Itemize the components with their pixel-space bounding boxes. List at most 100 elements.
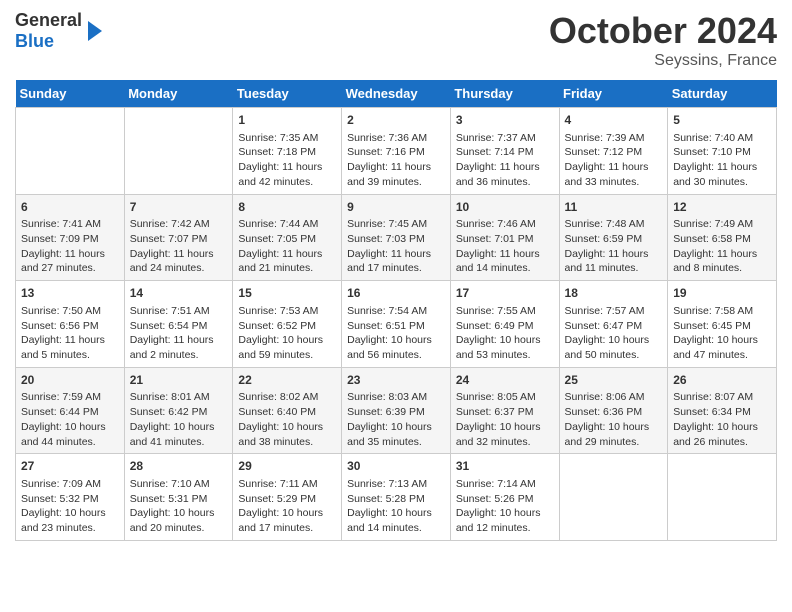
day-number: 9 bbox=[347, 199, 445, 216]
day-number: 26 bbox=[673, 372, 771, 389]
calendar-cell: 22Sunrise: 8:02 AM Sunset: 6:40 PM Dayli… bbox=[233, 367, 342, 454]
calendar-cell: 2 Sunrise: 7:36 AM Sunset: 7:16 PM Daylig… bbox=[342, 108, 451, 195]
day-number: 12 bbox=[673, 199, 771, 216]
day-number: 25 bbox=[565, 372, 663, 389]
calendar-cell: 4 Sunrise: 7:39 AM Sunset: 7:12 PM Daylig… bbox=[559, 108, 668, 195]
calendar-cell: 15 Sunrise: 7:53 AM Sunset: 6:52 PM Dayli… bbox=[233, 281, 342, 368]
day-number: 24 bbox=[456, 372, 554, 389]
day-number: 20 bbox=[21, 372, 119, 389]
calendar-cell: 19 Sunrise: 7:58 AM Sunset: 6:45 PM Dayli… bbox=[668, 281, 777, 368]
day-number: 30 bbox=[347, 458, 445, 475]
logo: General Blue bbox=[15, 10, 102, 51]
day-info: Sunrise: 8:02 AM Sunset: 6:40 PM Dayligh… bbox=[238, 390, 336, 449]
col-header-friday: Friday bbox=[559, 80, 668, 108]
day-number: 6 bbox=[21, 199, 119, 216]
day-number: 28 bbox=[130, 458, 228, 475]
week-row-3: 13Sunrise: 7:50 AM Sunset: 6:56 PM Dayli… bbox=[16, 281, 777, 368]
day-number: 19 bbox=[673, 285, 771, 302]
day-info: Sunrise: 7:57 AM Sunset: 6:47 PM Dayligh… bbox=[565, 304, 663, 363]
day-number: 31 bbox=[456, 458, 554, 475]
day-number: 22 bbox=[238, 372, 336, 389]
title-area: October 2024 Seyssins, France bbox=[549, 10, 777, 70]
day-info: Sunrise: 7:40 AM Sunset: 7:10 PM Dayligh… bbox=[673, 131, 771, 190]
day-number: 3 bbox=[456, 112, 554, 129]
day-info: Sunrise: 7:48 AM Sunset: 6:59 PM Dayligh… bbox=[565, 217, 663, 276]
day-number: 14 bbox=[130, 285, 228, 302]
calendar-cell: 8Sunrise: 7:44 AM Sunset: 7:05 PM Daylig… bbox=[233, 194, 342, 281]
day-info: Sunrise: 7:35 AM Sunset: 7:18 PM Dayligh… bbox=[238, 131, 336, 190]
header: General Blue October 2024 Seyssins, Fran… bbox=[15, 10, 777, 70]
day-number: 16 bbox=[347, 285, 445, 302]
calendar-cell: 16 Sunrise: 7:54 AM Sunset: 6:51 PM Dayli… bbox=[342, 281, 451, 368]
day-info: Sunrise: 7:46 AM Sunset: 7:01 PM Dayligh… bbox=[456, 217, 554, 276]
day-number: 18 bbox=[565, 285, 663, 302]
calendar-header-row: SundayMondayTuesdayWednesdayThursdayFrid… bbox=[16, 80, 777, 108]
day-info: Sunrise: 7:53 AM Sunset: 6:52 PM Dayligh… bbox=[238, 304, 336, 363]
day-number: 13 bbox=[21, 285, 119, 302]
calendar-cell: 24Sunrise: 8:05 AM Sunset: 6:37 PM Dayli… bbox=[450, 367, 559, 454]
calendar-cell: 30 Sunrise: 7:13 AM Sunset: 5:28 PM Dayli… bbox=[342, 454, 451, 541]
day-info: Sunrise: 7:45 AM Sunset: 7:03 PM Dayligh… bbox=[347, 217, 445, 276]
day-number: 29 bbox=[238, 458, 336, 475]
calendar-cell: 11Sunrise: 7:48 AM Sunset: 6:59 PM Dayli… bbox=[559, 194, 668, 281]
day-info: Sunrise: 7:10 AM Sunset: 5:31 PM Dayligh… bbox=[130, 477, 228, 536]
calendar-cell: 5Sunrise: 7:40 AM Sunset: 7:10 PM Daylig… bbox=[668, 108, 777, 195]
calendar-cell: 7Sunrise: 7:42 AM Sunset: 7:07 PM Daylig… bbox=[124, 194, 233, 281]
location: Seyssins, France bbox=[549, 52, 777, 70]
logo-arrow-icon bbox=[88, 21, 102, 41]
day-info: Sunrise: 7:54 AM Sunset: 6:51 PM Dayligh… bbox=[347, 304, 445, 363]
calendar-cell: 10Sunrise: 7:46 AM Sunset: 7:01 PM Dayli… bbox=[450, 194, 559, 281]
calendar-cell: 6Sunrise: 7:41 AM Sunset: 7:09 PM Daylig… bbox=[16, 194, 125, 281]
week-row-5: 27Sunrise: 7:09 AM Sunset: 5:32 PM Dayli… bbox=[16, 454, 777, 541]
calendar-cell: 21Sunrise: 8:01 AM Sunset: 6:42 PM Dayli… bbox=[124, 367, 233, 454]
calendar-cell: 20Sunrise: 7:59 AM Sunset: 6:44 PM Dayli… bbox=[16, 367, 125, 454]
calendar-cell: 27Sunrise: 7:09 AM Sunset: 5:32 PM Dayli… bbox=[16, 454, 125, 541]
day-number: 21 bbox=[130, 372, 228, 389]
day-info: Sunrise: 7:42 AM Sunset: 7:07 PM Dayligh… bbox=[130, 217, 228, 276]
logo-general: General bbox=[15, 10, 82, 30]
day-info: Sunrise: 7:39 AM Sunset: 7:12 PM Dayligh… bbox=[565, 131, 663, 190]
col-header-sunday: Sunday bbox=[16, 80, 125, 108]
day-info: Sunrise: 8:03 AM Sunset: 6:39 PM Dayligh… bbox=[347, 390, 445, 449]
day-number: 17 bbox=[456, 285, 554, 302]
day-info: Sunrise: 7:13 AM Sunset: 5:28 PM Dayligh… bbox=[347, 477, 445, 536]
day-info: Sunrise: 7:59 AM Sunset: 6:44 PM Dayligh… bbox=[21, 390, 119, 449]
day-info: Sunrise: 7:11 AM Sunset: 5:29 PM Dayligh… bbox=[238, 477, 336, 536]
day-info: Sunrise: 7:44 AM Sunset: 7:05 PM Dayligh… bbox=[238, 217, 336, 276]
calendar-cell bbox=[668, 454, 777, 541]
col-header-tuesday: Tuesday bbox=[233, 80, 342, 108]
day-info: Sunrise: 7:36 AM Sunset: 7:16 PM Dayligh… bbox=[347, 131, 445, 190]
calendar-cell: 12Sunrise: 7:49 AM Sunset: 6:58 PM Dayli… bbox=[668, 194, 777, 281]
calendar-cell: 26Sunrise: 8:07 AM Sunset: 6:34 PM Dayli… bbox=[668, 367, 777, 454]
day-info: Sunrise: 8:05 AM Sunset: 6:37 PM Dayligh… bbox=[456, 390, 554, 449]
day-info: Sunrise: 7:09 AM Sunset: 5:32 PM Dayligh… bbox=[21, 477, 119, 536]
calendar-table: SundayMondayTuesdayWednesdayThursdayFrid… bbox=[15, 80, 777, 541]
day-number: 8 bbox=[238, 199, 336, 216]
calendar-cell: 14Sunrise: 7:51 AM Sunset: 6:54 PM Dayli… bbox=[124, 281, 233, 368]
day-info: Sunrise: 7:37 AM Sunset: 7:14 PM Dayligh… bbox=[456, 131, 554, 190]
week-row-1: 1 Sunrise: 7:35 AM Sunset: 7:18 PM Daylig… bbox=[16, 108, 777, 195]
calendar-cell: 23Sunrise: 8:03 AM Sunset: 6:39 PM Dayli… bbox=[342, 367, 451, 454]
calendar-cell: 1 Sunrise: 7:35 AM Sunset: 7:18 PM Daylig… bbox=[233, 108, 342, 195]
calendar-cell: 31Sunrise: 7:14 AM Sunset: 5:26 PM Dayli… bbox=[450, 454, 559, 541]
day-info: Sunrise: 8:07 AM Sunset: 6:34 PM Dayligh… bbox=[673, 390, 771, 449]
day-number: 23 bbox=[347, 372, 445, 389]
day-number: 2 bbox=[347, 112, 445, 129]
logo-icon: General Blue bbox=[15, 10, 82, 51]
day-number: 1 bbox=[238, 112, 336, 129]
day-number: 15 bbox=[238, 285, 336, 302]
col-header-wednesday: Wednesday bbox=[342, 80, 451, 108]
calendar-cell: 3 Sunrise: 7:37 AM Sunset: 7:14 PM Daylig… bbox=[450, 108, 559, 195]
col-header-monday: Monday bbox=[124, 80, 233, 108]
calendar-cell: 25Sunrise: 8:06 AM Sunset: 6:36 PM Dayli… bbox=[559, 367, 668, 454]
calendar-cell: 29 Sunrise: 7:11 AM Sunset: 5:29 PM Dayli… bbox=[233, 454, 342, 541]
col-header-thursday: Thursday bbox=[450, 80, 559, 108]
day-number: 10 bbox=[456, 199, 554, 216]
day-number: 4 bbox=[565, 112, 663, 129]
day-info: Sunrise: 7:58 AM Sunset: 6:45 PM Dayligh… bbox=[673, 304, 771, 363]
calendar-cell: 17Sunrise: 7:55 AM Sunset: 6:49 PM Dayli… bbox=[450, 281, 559, 368]
calendar-cell: 9Sunrise: 7:45 AM Sunset: 7:03 PM Daylig… bbox=[342, 194, 451, 281]
calendar-cell bbox=[559, 454, 668, 541]
col-header-saturday: Saturday bbox=[668, 80, 777, 108]
calendar-cell: 13Sunrise: 7:50 AM Sunset: 6:56 PM Dayli… bbox=[16, 281, 125, 368]
